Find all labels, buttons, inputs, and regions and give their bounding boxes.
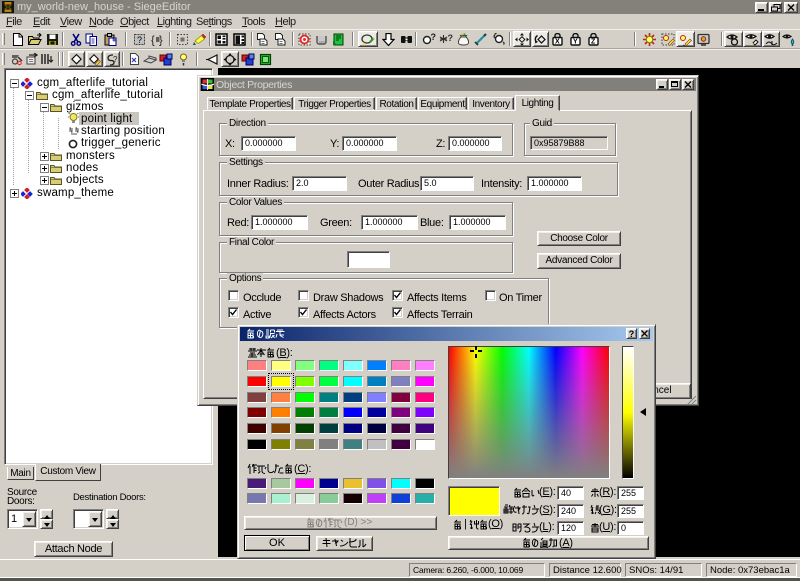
svg-text:Z: Z [591,39,596,46]
svg-text:?: ? [448,33,454,43]
svg-text:}: } [159,35,163,47]
svg-text:Y: Y [573,39,578,46]
svg-text:X: X [555,39,560,46]
svg-text:{: { [151,35,155,47]
svg-text:?: ? [113,55,118,64]
svg-text:?: ? [137,35,142,45]
svg-text:?: ? [431,33,437,42]
